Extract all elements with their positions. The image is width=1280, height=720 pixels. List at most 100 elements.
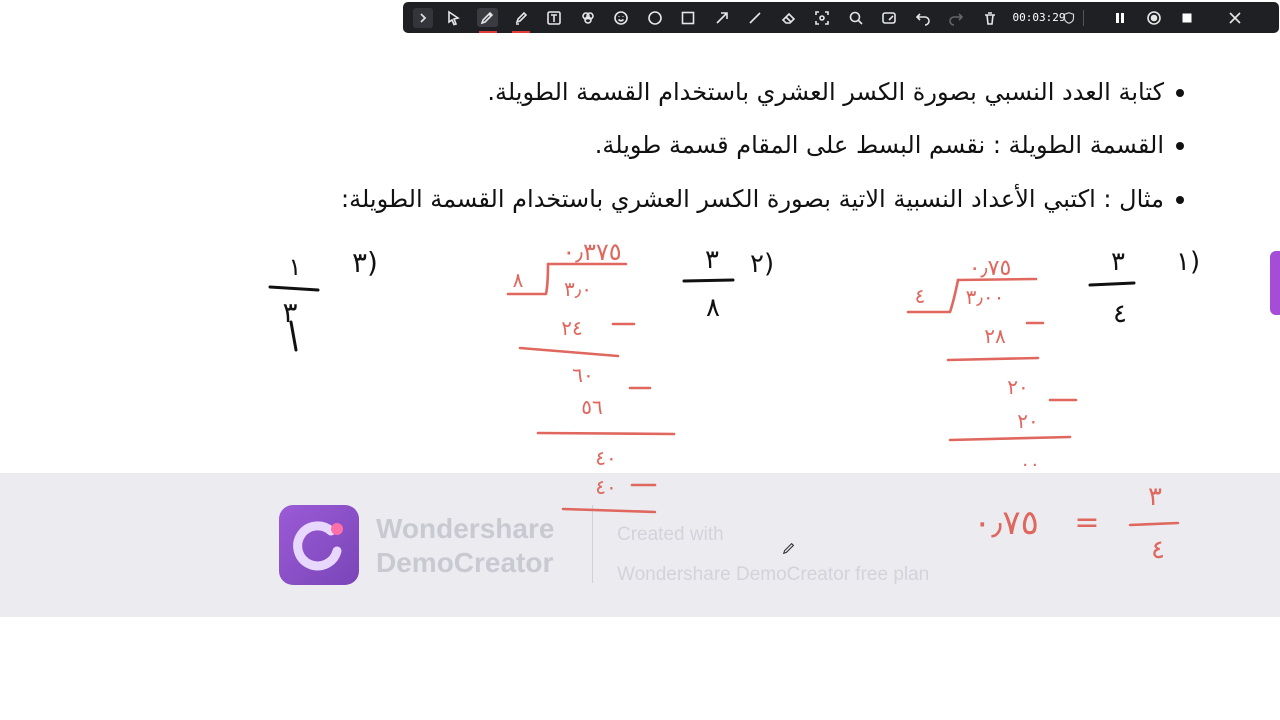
line-icon [749,11,761,24]
watermark-divider [592,505,593,583]
shield-icon [1063,11,1074,24]
problem-1-quotient: ٠٫٧٥ [969,256,1012,281]
emoji-icon [614,10,629,25]
pause-icon [1116,12,1125,23]
cursor-icon [447,10,460,25]
undo-icon [915,12,930,26]
problem-1-divisor: ٤ [915,284,926,308]
problem-2-step-4: ٥٦ [581,395,602,419]
active-indicator [478,31,497,33]
trash-icon [984,11,995,25]
problem-1-sub-line-1 [946,356,1040,362]
pen-tool[interactable] [471,2,505,33]
palette-tool[interactable] [571,2,605,33]
palette-icon [581,11,594,24]
whiteboard-icon [882,11,897,24]
line-tool[interactable] [739,2,773,33]
problem-2-numerator: ٣ [705,245,719,275]
problem-1-sub-line-2 [948,435,1072,442]
stop-icon [1182,13,1192,22]
side-panel-tab[interactable] [1270,251,1280,315]
collapse-button[interactable] [413,7,433,28]
bullet-dot [1176,196,1184,204]
watermark-created-text: Created with Wondershare DemoCreator fre… [617,515,929,595]
select-tool[interactable] [437,2,471,33]
bullet-line-1: كتابة العدد النسبي بصورة الكسر العشري با… [487,74,1184,110]
problem-1-division-bar [956,277,1038,282]
clear-button[interactable] [973,2,1007,33]
arrow-icon [716,11,728,24]
problem-3-denominator-tail [289,320,298,352]
problem-2: ٢) ٣ ٨ ٠٫٣٧٥ ٨ ٣٫٠ ٢٤ ٦٠ ٥٦ ٤٠ ٤٠ [506,238,774,514]
rectangle-icon [681,11,695,24]
pencil-cursor-icon [782,542,795,555]
text-icon [547,10,562,25]
problem-1-division-bracket [906,278,960,314]
problem-3-fraction-bar [268,285,320,292]
bullet-text: القسمة الطويلة : نقسم البسط على المقام ق… [594,131,1164,159]
whiteboard-tool[interactable] [873,2,907,33]
recording-timer: 00:03:29 [1012,11,1066,24]
problem-2-divisor: ٨ [513,268,524,292]
watermark-brand-line2: DemoCreator [376,547,554,578]
democreator-logo-icon [293,521,343,571]
annotation-toolbar: 00:03:29 [403,2,1279,33]
watermark-created-line2: Wondershare DemoCreator free plan [617,564,930,585]
problem-2-sub-line-2 [536,431,676,436]
bullet-text: مثال : اكتبي الأعداد النسبية الاتية بصور… [340,185,1164,213]
bullet-line-2: القسمة الطويلة : نقسم البسط على المقام ق… [595,127,1184,163]
magnifier-icon [849,11,863,25]
bullet-dot [1176,89,1184,97]
rectangle-tool[interactable] [672,2,706,33]
eraser-icon [781,12,795,24]
problem-2-fraction-bar [682,278,735,283]
camera-button[interactable] [1137,2,1171,33]
problem-1-step-1: ٣٫٠٠ [966,285,1005,309]
problem-1-fraction-bar [1088,281,1136,287]
democreator-logo [279,505,359,585]
pause-button[interactable] [1104,2,1138,33]
circle-tool[interactable] [638,2,672,33]
spotlight-icon [815,10,830,25]
bullet-text: كتابة العدد النسبي بصورة الكسر العشري با… [487,78,1164,106]
problem-2-division-bracket [506,262,550,296]
emoji-tool[interactable] [605,2,639,33]
text-tool[interactable] [538,2,572,33]
problem-1-step-2: ٢٨ [984,324,1006,348]
watermark-brand: Wondershare DemoCreator [376,512,554,580]
zoom-tool[interactable] [839,2,873,33]
redo-icon [949,12,964,26]
problem-2-step-5: ٤٠ [595,446,616,470]
problem-3-denominator: ٣ [282,296,297,329]
problem-2-step-1: ٣٫٠ [564,277,592,301]
undo-button[interactable] [906,2,940,33]
problem-3-numerator: ١ [289,253,302,281]
pen-icon [480,11,494,24]
watermark-created-line1: Created with [617,524,724,545]
eraser-tool[interactable] [772,2,806,33]
problem-3-label: ٣) [352,246,378,279]
problem-1-step-3: ٢٠ [1007,375,1028,399]
problem-1-step-5: ٠٠ [1020,454,1039,475]
chevron-right-icon [420,12,427,23]
stop-button[interactable] [1171,2,1205,33]
problem-2-step-2: ٢٤ [561,316,582,340]
problem-2-label: ٢) [750,249,774,279]
problem-2-sub-line-1 [518,346,620,358]
highlighter-color-indicator [512,31,530,33]
problem-3: ٣) ١ ٣ [268,246,378,352]
bullet-dot [1176,142,1184,150]
highlighter-icon [515,11,527,25]
redo-button[interactable] [940,2,974,33]
spotlight-tool[interactable] [806,2,840,33]
watermark-brand-line1: Wondershare [376,513,555,544]
highlighter-tool[interactable] [504,2,538,33]
close-button[interactable] [1218,2,1252,33]
problem-2-denominator: ٨ [706,293,720,323]
bullet-line-3: مثال : اكتبي الأعداد النسبية الاتية بصور… [341,181,1184,217]
circle-icon [647,10,662,25]
arrow-tool[interactable] [705,2,739,33]
record-icon [1146,10,1161,25]
problem-2-quotient: ٠٫٣٧٥ [562,238,621,266]
problem-1-numerator: ٣ [1111,247,1125,277]
